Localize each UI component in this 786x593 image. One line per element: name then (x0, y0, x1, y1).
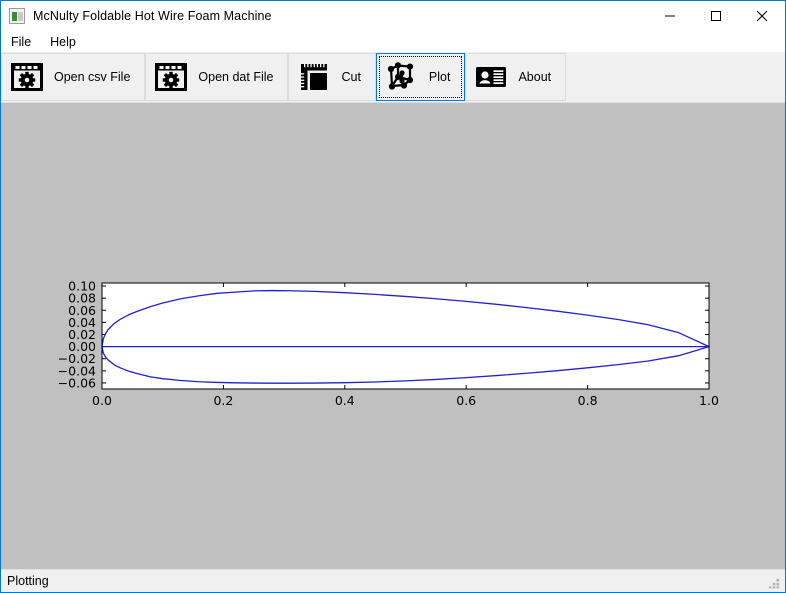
close-icon (756, 10, 768, 22)
open-csv-file-button[interactable]: Open csv File (1, 53, 146, 101)
caption-button-group (647, 1, 785, 31)
menu-item-help[interactable]: Help (48, 33, 85, 51)
menu-item-file[interactable]: File (9, 33, 40, 51)
open-csv-file-label: Open csv File (54, 70, 131, 84)
x-tick-label: 0.2 (213, 393, 233, 408)
status-message: Plotting (7, 574, 49, 588)
client-area: 0.0 0.2 0.4 0.6 0.8 1.0 −0.06 −0.04 −0.02 0.00 0.0… (1, 103, 785, 569)
window-gear-icon (154, 60, 188, 94)
x-tick-label: 0.4 (335, 393, 355, 408)
cut-label: Cut (341, 70, 361, 84)
status-bar: Plotting (1, 569, 785, 592)
about-label: About (518, 70, 552, 84)
window-title: McNulty Foldable Hot Wire Foam Machine (33, 9, 272, 23)
maximize-icon (711, 11, 721, 21)
id-card-icon (474, 60, 508, 94)
app-window: McNulty Foldable Hot Wire Foam Machine F… (0, 0, 786, 593)
y-tick-label: 0.10 (68, 279, 96, 294)
node-graph-icon (385, 60, 419, 94)
ruler-square-icon (297, 60, 331, 94)
cut-button[interactable]: Cut (288, 53, 376, 101)
x-tick-label: 0.0 (92, 393, 112, 408)
title-bar[interactable]: McNulty Foldable Hot Wire Foam Machine (1, 1, 785, 31)
plot-label: Plot (428, 70, 451, 84)
maximize-button[interactable] (693, 1, 739, 31)
airfoil-plot: 0.0 0.2 0.4 0.6 0.8 1.0−0.06−0.04−0.020.000.0… (1, 103, 785, 569)
axes-background (102, 283, 709, 389)
resize-grip-icon[interactable] (768, 576, 781, 589)
open-dat-file-label: Open dat File (198, 70, 274, 84)
open-dat-file-button[interactable]: Open dat File (145, 53, 289, 101)
minimize-icon (665, 15, 675, 17)
x-tick-label: 0.8 (578, 393, 598, 408)
x-tick-label: 0.6 (456, 393, 476, 408)
about-button[interactable]: About (465, 53, 567, 101)
x-tick-label: 1.0 (699, 393, 719, 408)
plot-button[interactable]: Plot (375, 53, 466, 101)
plot-figure: 0.0 0.2 0.4 0.6 0.8 1.0 −0.06 −0.04 −0.02 0.00 0.0… (1, 103, 785, 569)
window-gear-icon (10, 60, 44, 94)
menu-bar: File Help (1, 31, 785, 52)
close-button[interactable] (739, 1, 785, 31)
minimize-button[interactable] (647, 1, 693, 31)
app-window-icon (9, 8, 25, 24)
toolbar: Open csv File Open dat File Cut Plot Abo… (1, 52, 785, 103)
